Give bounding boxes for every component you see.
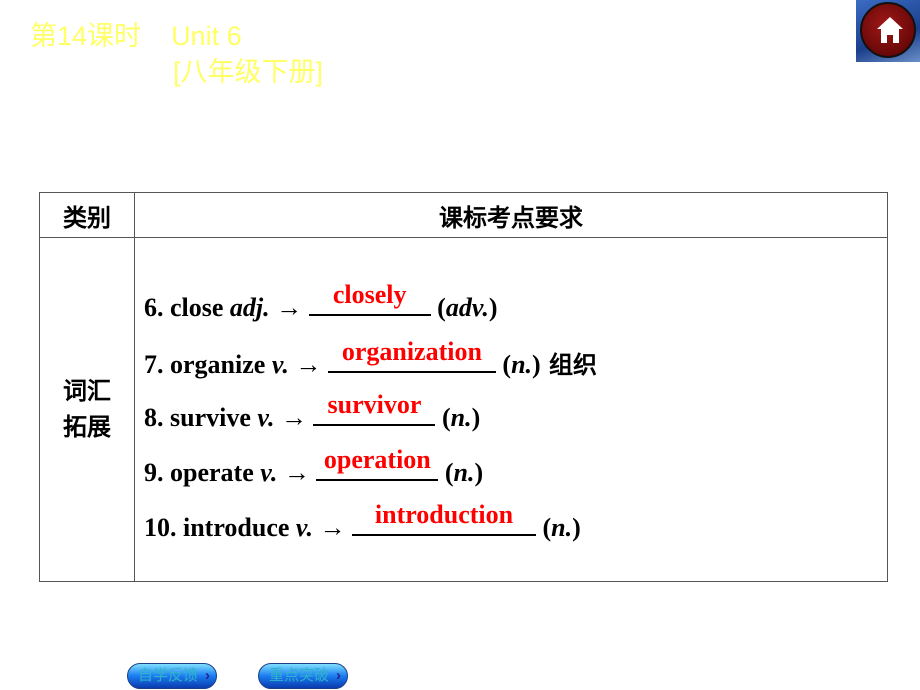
answer-blank[interactable]: survivor (313, 390, 436, 426)
list-item: 9. operate v. → operation (n.) (144, 445, 484, 487)
category-cell: 词汇 拓展 (39, 237, 135, 582)
list-item: 7. organize v. → organization (n.) 组织 (144, 337, 598, 379)
header-category: 类别 (39, 192, 135, 238)
home-icon (877, 17, 903, 43)
unit-label: Unit 6 (171, 21, 242, 51)
answer-blank[interactable]: closely (308, 280, 431, 316)
items-cell: 6. close adj. → closely (adv.) 7. organi… (134, 237, 888, 582)
answer-text: operation (323, 445, 431, 474)
key-points-button[interactable]: 重点突破 › (258, 663, 348, 689)
home-button[interactable] (856, 0, 920, 62)
table-header-row: 类别 课标考点要求 (39, 192, 888, 238)
table-row: 词汇 拓展 6. close adj. → closely (adv.) 7. … (39, 237, 888, 582)
grade-label: [八年级下册] (173, 57, 324, 87)
self-check-button[interactable]: 自学反馈 › (127, 663, 217, 689)
answer-text: introduction (374, 500, 514, 529)
answer-text: closely (332, 280, 407, 309)
list-item: 6. close adj. → closely (adv.) (144, 280, 498, 322)
answer-blank[interactable]: operation (316, 445, 439, 481)
list-item: 8. survive v. → survivor (n.) (144, 390, 481, 432)
category-line: 拓展 (63, 413, 111, 441)
self-check-label: 自学反馈 (138, 667, 199, 684)
category-line: 词汇 (63, 377, 111, 405)
answer-blank[interactable]: organization (327, 337, 496, 373)
lesson-number: 第14课时 (30, 21, 142, 51)
answer-blank[interactable]: introduction (352, 500, 536, 536)
chevron-right-icon: › (205, 667, 210, 684)
vocab-table: 类别 课标考点要求 词汇 拓展 6. close adj. → closely … (39, 192, 888, 582)
answer-text: survivor (327, 390, 422, 419)
list-item: 10. introduce v. → introduction (n.) (144, 500, 581, 542)
chinese-meaning: 组织 (540, 351, 598, 379)
answer-text: organization (341, 337, 482, 366)
header-requirements: 课标考点要求 (134, 192, 888, 238)
chevron-right-icon: › (336, 667, 341, 684)
home-button-circle[interactable] (860, 2, 916, 58)
lesson-title: 第14课时 Unit 6 (30, 14, 242, 53)
key-points-label: 重点突破 (269, 667, 330, 684)
